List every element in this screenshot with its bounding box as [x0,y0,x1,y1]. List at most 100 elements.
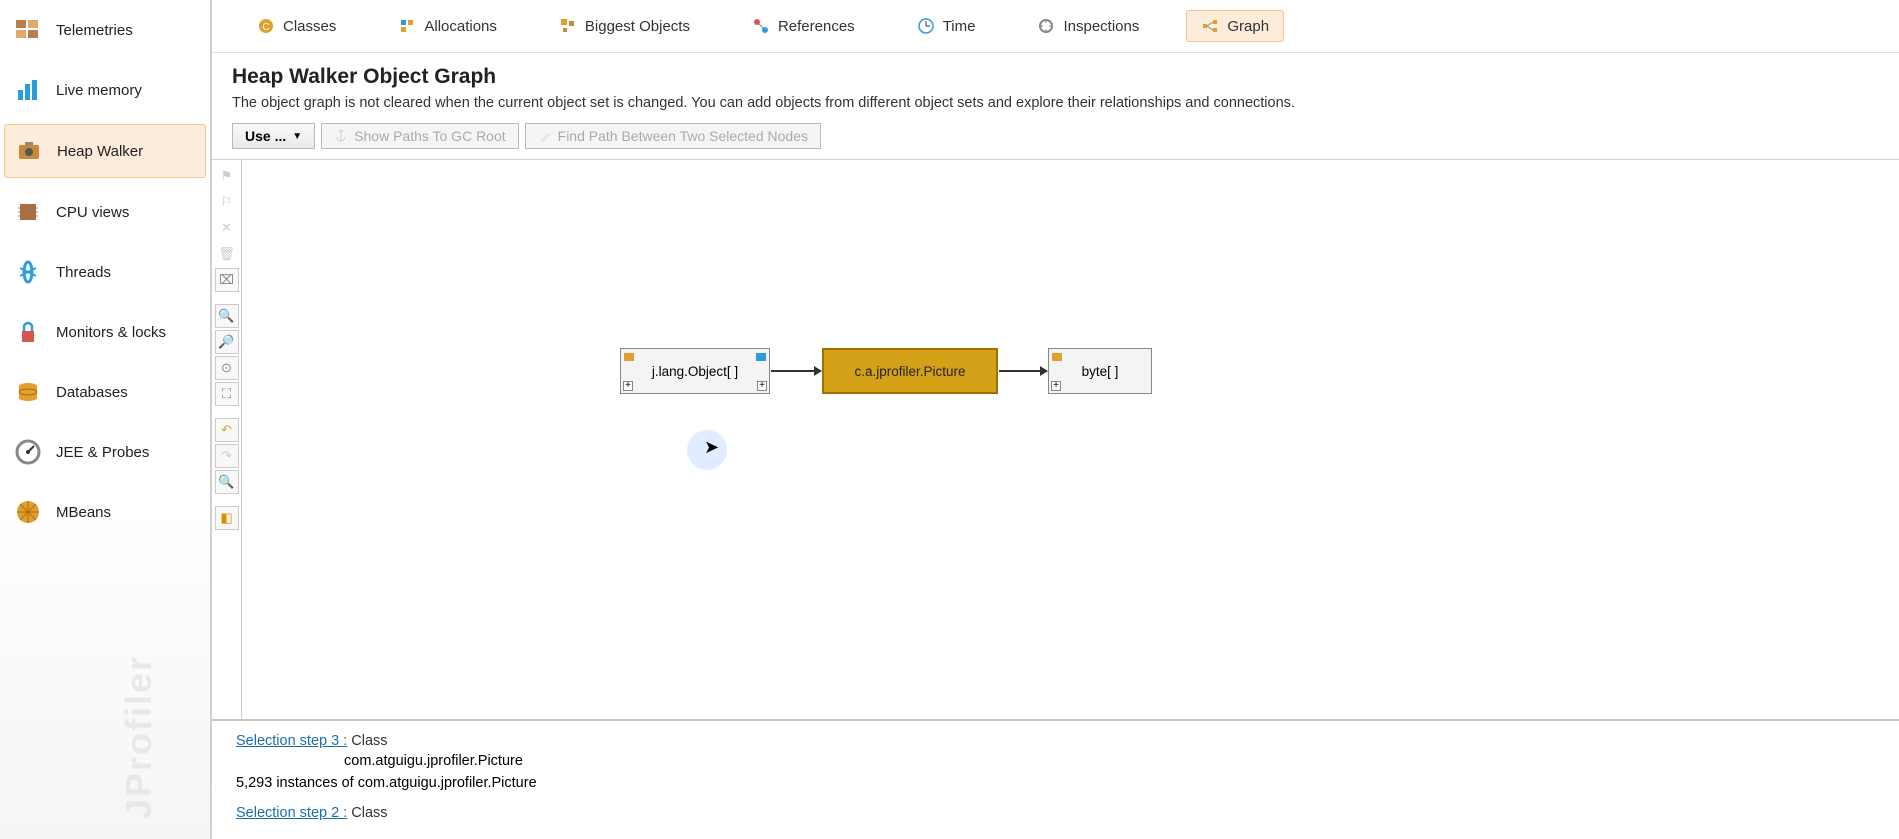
sidebar-item-cpu-views[interactable]: CPU views [0,182,210,242]
cleanup-tool-icon[interactable]: ⌧ [215,268,239,292]
sidebar-item-label: CPU views [56,204,129,221]
tab-label: Biggest Objects [585,18,690,35]
sidebar-item-live-memory[interactable]: Live memory [0,60,210,120]
flag-tool-icon[interactable]: ⚑ [215,164,239,188]
delete-tool-icon[interactable]: ✕ [215,216,239,240]
export-icon[interactable]: ◧ [215,506,239,530]
redo-icon[interactable]: ↷ [215,444,239,468]
gcroot-label: Show Paths To GC Root [354,128,505,144]
zoom-out-icon[interactable]: 🔎 [215,330,239,354]
graph-container: ⚑ ⚐ ✕ 🗑 ⌧ 🔍 🔎 ⊙ ⛶ ↶ ↷ 🔍 ◧ j.lang.Object[… [212,159,1899,719]
flag-remove-tool-icon[interactable]: ⚐ [215,190,239,214]
anchor-icon [334,129,348,143]
node-label: c.a.jprofiler.Picture [854,364,965,379]
sidebar-item-heap-walker[interactable]: Heap Walker [4,124,206,178]
tab-label: Graph [1227,18,1269,35]
node-badge-icon [623,351,635,363]
use-dropdown[interactable]: Use ... ▼ [232,123,315,149]
trash-tool-icon[interactable]: 🗑 [215,242,239,266]
sidebar-item-mbeans[interactable]: MBeans [0,482,210,542]
findpath-label: Find Path Between Two Selected Nodes [558,128,808,144]
lock-icon [12,316,44,348]
tab-biggest-objects[interactable]: Biggest Objects [544,10,705,42]
sidebar-item-label: Telemetries [56,22,133,39]
selection-step-2-type: Class [347,805,387,821]
zoom-reset-icon[interactable]: ⊙ [215,356,239,380]
selection-step-3-link[interactable]: Selection step 3 : [236,733,347,749]
selection-history-panel: Selection step 3 : Class com.atguigu.jpr… [212,719,1899,839]
main-area: C Classes Allocations Biggest Objects Re… [212,0,1899,839]
graph-canvas[interactable]: j.lang.Object[ ] + + c.a.jprofiler.Pictu… [242,160,1899,719]
cpu-views-icon [12,196,44,228]
graph-icon [1201,17,1219,35]
sidebar-item-telemetries[interactable]: Telemetries [0,0,210,60]
svg-text:C: C [262,22,269,33]
sidebar-item-jee-probes[interactable]: JEE & Probes [0,422,210,482]
page-description: The object graph is not cleared when the… [232,95,1879,111]
classes-icon: C [257,17,275,35]
graph-node-object-array[interactable]: j.lang.Object[ ] + + [620,348,770,394]
tab-label: References [778,18,855,35]
tab-graph[interactable]: Graph [1186,10,1284,42]
expand-right-icon[interactable]: + [757,381,767,391]
undo-icon[interactable]: ↶ [215,418,239,442]
show-paths-gc-root-button: Show Paths To GC Root [321,123,518,149]
references-icon [752,17,770,35]
mbeans-icon [12,496,44,528]
node-badge-icon [755,351,767,363]
find-path-button: Find Path Between Two Selected Nodes [525,123,821,149]
sidebar-item-label: JEE & Probes [56,444,149,461]
allocations-icon [398,17,416,35]
tab-time[interactable]: Time [902,10,991,42]
use-label: Use ... [245,128,286,144]
page-title: Heap Walker Object Graph [232,65,1879,89]
selection-step-3-class: com.atguigu.jprofiler.Picture [344,753,1875,769]
inspections-icon [1037,17,1055,35]
tab-label: Inspections [1063,18,1139,35]
tab-label: Classes [283,18,336,35]
graph-node-byte-array[interactable]: byte[ ] + [1048,348,1152,394]
find-tool-icon[interactable]: 🔍 [215,470,239,494]
sidebar-item-monitors-locks[interactable]: Monitors & locks [0,302,210,362]
sidebar-item-label: Heap Walker [57,143,143,160]
sidebar-item-label: MBeans [56,504,111,521]
tab-inspections[interactable]: Inspections [1022,10,1154,42]
node-label: j.lang.Object[ ] [652,364,738,379]
node-label: byte[ ] [1082,364,1119,379]
toolbar: Use ... ▼ Show Paths To GC Root Find Pat… [212,119,1899,159]
graph-tool-palette: ⚑ ⚐ ✕ 🗑 ⌧ 🔍 🔎 ⊙ ⛶ ↶ ↷ 🔍 ◧ [212,160,242,719]
tab-classes[interactable]: C Classes [242,10,351,42]
selection-step-3-type: Class [347,733,387,749]
cursor-icon: ➤ [704,437,719,458]
graph-node-picture[interactable]: c.a.jprofiler.Picture [822,348,998,394]
sidebar-item-threads[interactable]: Threads [0,242,210,302]
probes-icon [12,436,44,468]
selection-step-2-link[interactable]: Selection step 2 : [236,805,347,821]
pencil-icon [538,129,552,143]
threads-icon [12,256,44,288]
databases-icon [12,376,44,408]
time-icon [917,17,935,35]
tab-bar: C Classes Allocations Biggest Objects Re… [212,0,1899,53]
expand-left-icon[interactable]: + [623,381,633,391]
tab-label: Allocations [424,18,497,35]
graph-edge [771,370,821,372]
selection-step-3-count: 5,293 instances of com.atguigu.jprofiler… [236,775,1875,791]
tab-allocations[interactable]: Allocations [383,10,512,42]
telemetries-icon [12,14,44,46]
content-header: Heap Walker Object Graph The object grap… [212,53,1899,119]
zoom-in-icon[interactable]: 🔍 [215,304,239,328]
sidebar-item-label: Threads [56,264,111,281]
expand-left-icon[interactable]: + [1051,381,1061,391]
watermark: JProfiler [118,655,160,819]
tab-references[interactable]: References [737,10,870,42]
sidebar-item-databases[interactable]: Databases [0,362,210,422]
chevron-down-icon: ▼ [292,131,302,142]
heap-walker-icon [13,135,45,167]
graph-edge [999,370,1047,372]
sidebar-item-label: Databases [56,384,128,401]
sidebar-item-label: Monitors & locks [56,324,166,341]
node-badge-icon [1051,351,1063,363]
fit-screen-icon[interactable]: ⛶ [215,382,239,406]
tab-label: Time [943,18,976,35]
